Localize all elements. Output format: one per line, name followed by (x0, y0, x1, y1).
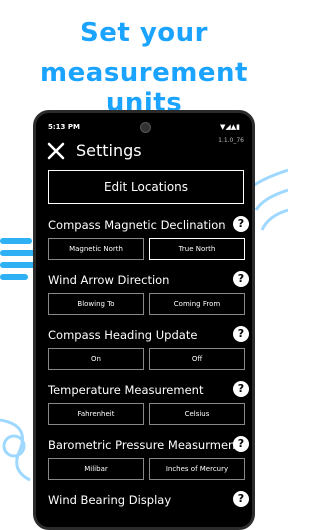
help-icon[interactable]: ? (233, 436, 249, 452)
help-icon[interactable]: ? (233, 271, 249, 287)
page-title: Settings (76, 141, 142, 160)
section-label: Barometric Pressure Measurment (48, 438, 240, 452)
section-label: Compass Heading Update (48, 328, 198, 342)
option-off[interactable]: Off (149, 348, 245, 370)
option-inches-of-mercury[interactable]: Inches of Mercury (149, 458, 245, 480)
option-fahrenheit[interactable]: Fahrenheit (48, 403, 144, 425)
section-label: Compass Magnetic Declination (48, 218, 226, 232)
help-icon[interactable]: ? (233, 326, 249, 342)
headline-line-1: Set your (80, 18, 208, 48)
option-coming-from[interactable]: Coming From (149, 293, 245, 315)
help-icon[interactable]: ? (233, 381, 249, 397)
section-label: Wind Arrow Direction (48, 273, 170, 287)
option-on[interactable]: On (48, 348, 144, 370)
edit-locations-button[interactable]: Edit Locations (48, 170, 244, 204)
camera-icon (140, 122, 151, 133)
option-magnetic-north[interactable]: Magnetic North (48, 238, 144, 260)
section-label: Wind Bearing Display (48, 493, 172, 507)
close-icon[interactable] (46, 141, 66, 161)
option-true-north[interactable]: True North (149, 238, 245, 260)
help-icon[interactable]: ? (233, 216, 249, 232)
option-celsius[interactable]: Celsius (149, 403, 245, 425)
section-label: Temperature Measurement (48, 383, 204, 397)
phone-frame: 5:13 PM ▼◢▲▮ 1.1.0_76 Settings Edit Loca… (33, 110, 255, 530)
option-blowing-to[interactable]: Blowing To (48, 293, 144, 315)
headline-line-2: measurement units (40, 58, 248, 118)
help-icon[interactable]: ? (233, 491, 249, 507)
app-version: 1.1.0_76 (218, 137, 244, 144)
option-milibar[interactable]: Milibar (48, 458, 144, 480)
status-icons: ▼◢▲▮ (219, 123, 240, 131)
status-time: 5:13 PM (48, 123, 80, 131)
